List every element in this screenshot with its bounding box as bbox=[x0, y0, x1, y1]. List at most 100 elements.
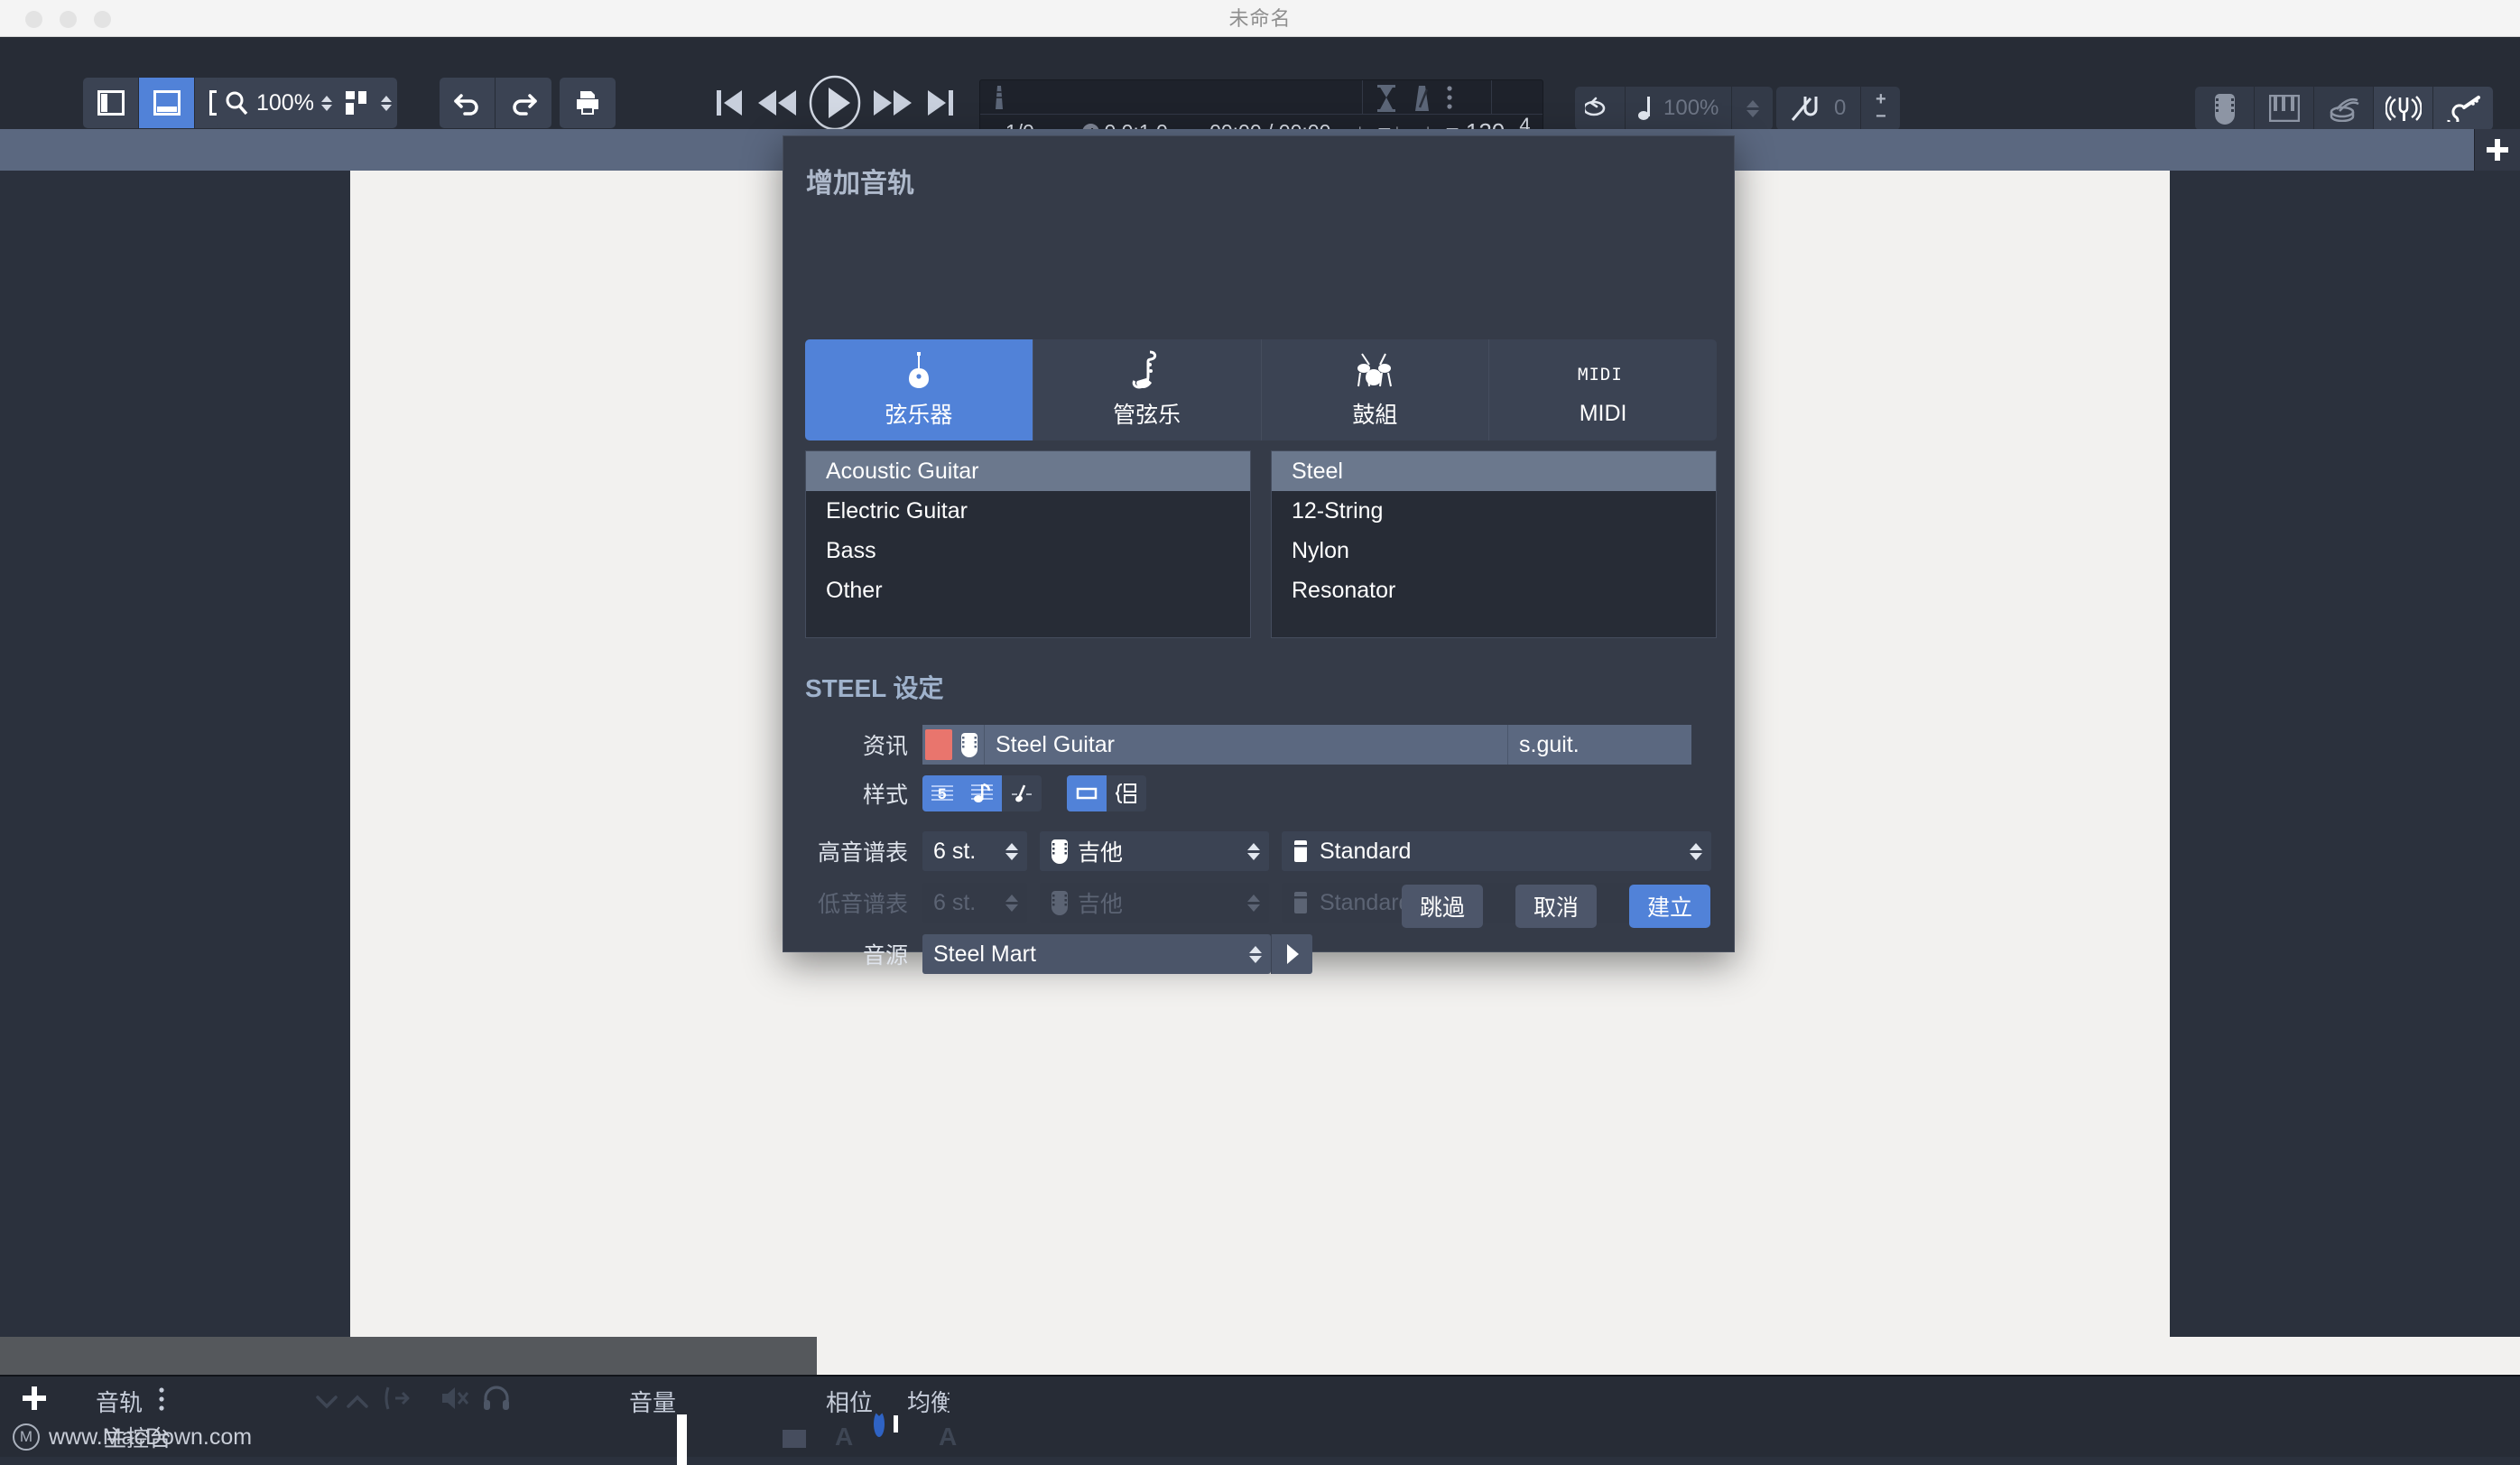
tuning-value-control[interactable]: 0 bbox=[1776, 87, 1861, 130]
solo-icon[interactable] bbox=[383, 1386, 410, 1417]
pan-knob[interactable] bbox=[874, 1411, 898, 1437]
chevron-updown-icon bbox=[1746, 99, 1759, 117]
style-row: 样式 5 bbox=[805, 775, 1146, 811]
rewind-icon[interactable] bbox=[756, 85, 798, 121]
dialog-buttons: 跳過 取消 建立 bbox=[1402, 885, 1710, 928]
info-panel-top bbox=[980, 80, 1543, 115]
treble-strings-select[interactable]: 6 st. bbox=[922, 831, 1027, 871]
notation-icon[interactable] bbox=[962, 775, 1002, 811]
sound-source-value: Steel Mart bbox=[933, 941, 1036, 967]
drum-icon[interactable] bbox=[2314, 87, 2374, 130]
track-color-swatch[interactable] bbox=[922, 725, 955, 765]
page-layout-control[interactable] bbox=[337, 78, 397, 128]
guitar-headstock-icon bbox=[961, 733, 977, 757]
list-item[interactable]: Electric Guitar bbox=[806, 491, 1250, 531]
skip-start-icon[interactable] bbox=[713, 85, 747, 121]
tab-strings[interactable]: 弦乐器 bbox=[805, 339, 1033, 440]
track-name-input[interactable]: Steel Guitar bbox=[984, 725, 1507, 765]
audio-jack-icon[interactable] bbox=[2433, 87, 2493, 130]
undo-redo-group bbox=[440, 78, 551, 128]
tab-5-icon[interactable]: 5 bbox=[922, 775, 962, 811]
drumkit-icon bbox=[1355, 350, 1394, 390]
volume-automation-marker[interactable]: A bbox=[835, 1423, 853, 1451]
add-track-button[interactable] bbox=[20, 1384, 49, 1419]
list-item[interactable]: Other bbox=[806, 570, 1250, 610]
tuning-stepper[interactable]: + − bbox=[1860, 87, 1901, 130]
midi-icon: MIDI bbox=[1578, 354, 1628, 394]
tuning-group: 0 + − bbox=[1776, 87, 1901, 130]
transport-controls bbox=[713, 75, 957, 131]
skip-end-icon[interactable] bbox=[922, 85, 957, 121]
cancel-button[interactable]: 取消 bbox=[1515, 885, 1597, 928]
treble-strings-value: 6 st. bbox=[933, 838, 977, 864]
list-item[interactable]: Nylon bbox=[1272, 531, 1716, 570]
watermark-logo-icon: M bbox=[13, 1423, 40, 1451]
list-item[interactable]: Bass bbox=[806, 531, 1250, 570]
redo-icon[interactable] bbox=[496, 78, 551, 128]
tab-midi[interactable]: MIDI MIDI bbox=[1489, 339, 1717, 440]
more-options-icon[interactable] bbox=[158, 1387, 165, 1417]
more-options-icon[interactable] bbox=[1446, 86, 1453, 116]
undo-icon[interactable] bbox=[440, 78, 496, 128]
volume-slider-thumb[interactable] bbox=[677, 1414, 687, 1465]
play-button[interactable] bbox=[807, 75, 863, 131]
headphones-icon[interactable] bbox=[482, 1386, 511, 1417]
chevron-up-icon[interactable] bbox=[345, 1389, 370, 1417]
treble-instrument-select[interactable]: 吉他 bbox=[1040, 831, 1269, 871]
layout-bottom-icon[interactable] bbox=[139, 78, 195, 128]
zoom-control[interactable]: 100% bbox=[217, 78, 338, 128]
tracks-label: 音轨 bbox=[96, 1389, 144, 1416]
chevron-updown-icon bbox=[1005, 842, 1018, 860]
piano-keys-icon[interactable] bbox=[2255, 87, 2314, 130]
list-item[interactable]: Acoustic Guitar bbox=[806, 451, 1250, 491]
playback-rate-value[interactable]: 100% bbox=[1626, 87, 1732, 130]
add-track-dialog: 增加音轨 弦乐器 管弦乐 鼓組 MIDI MIDI Acoustic Guita… bbox=[783, 135, 1735, 974]
instrument-icon-button[interactable] bbox=[955, 725, 984, 765]
main-toolbar: 100% 4 100% 0 + − bbox=[0, 37, 2520, 150]
chevron-down-icon[interactable] bbox=[314, 1389, 339, 1417]
pan-automation-marker[interactable]: A bbox=[939, 1423, 957, 1451]
sound-preview-button[interactable] bbox=[1271, 934, 1312, 974]
skip-button[interactable]: 跳過 bbox=[1402, 885, 1483, 928]
window-titlebar: 未命名 bbox=[0, 0, 2520, 37]
metronome-icon[interactable] bbox=[1412, 84, 1433, 117]
saxophone-icon bbox=[1132, 350, 1163, 390]
instrument-list[interactable]: Acoustic Guitar Electric Guitar Bass Oth… bbox=[805, 450, 1251, 638]
list-item[interactable]: Resonator bbox=[1272, 570, 1716, 610]
single-note-icon[interactable] bbox=[1002, 775, 1042, 811]
mute-icon[interactable] bbox=[439, 1386, 469, 1417]
loop-icon[interactable] bbox=[1575, 87, 1626, 130]
metronome-small-icon[interactable] bbox=[989, 84, 1009, 117]
create-button[interactable]: 建立 bbox=[1629, 885, 1710, 928]
info-row: 资讯 Steel Guitar s.guit. bbox=[805, 725, 1691, 765]
balance-label: 均衡器 bbox=[907, 1389, 978, 1416]
print-icon[interactable] bbox=[560, 78, 616, 128]
tab-drums[interactable]: 鼓組 bbox=[1261, 339, 1490, 440]
search-icon bbox=[226, 91, 248, 116]
playback-rate-stepper[interactable] bbox=[1731, 87, 1774, 130]
brace-staff-icon[interactable] bbox=[1107, 775, 1146, 811]
list-item[interactable]: Steel bbox=[1272, 451, 1716, 491]
track-shortname-input[interactable]: s.guit. bbox=[1507, 725, 1691, 765]
zoom-stepper[interactable] bbox=[320, 95, 332, 111]
chevron-updown-icon bbox=[1005, 894, 1018, 912]
svg-text:MIDI: MIDI bbox=[1578, 365, 1623, 384]
tuner-icon[interactable] bbox=[2374, 87, 2433, 130]
instrument-selection-lists: Acoustic Guitar Electric Guitar Bass Oth… bbox=[805, 450, 1717, 638]
list-item[interactable]: 12-String bbox=[1272, 491, 1716, 531]
add-tab-button[interactable] bbox=[2475, 129, 2520, 171]
page-layout-icon bbox=[345, 91, 366, 115]
treble-tuning-select[interactable]: Standard bbox=[1282, 831, 1711, 871]
plus-icon bbox=[23, 1386, 46, 1410]
single-staff-icon[interactable] bbox=[1067, 775, 1107, 811]
tab-orchestral[interactable]: 管弦乐 bbox=[1033, 339, 1262, 440]
window-title: 未命名 bbox=[1228, 7, 1292, 30]
fast-forward-icon[interactable] bbox=[872, 85, 913, 121]
layout-left-icon[interactable] bbox=[83, 78, 139, 128]
variant-list[interactable]: Steel 12-String Nylon Resonator bbox=[1271, 450, 1717, 638]
info-label: 资讯 bbox=[862, 734, 908, 759]
guitar-headstock-icon[interactable] bbox=[2195, 87, 2255, 130]
page-layout-stepper[interactable] bbox=[380, 95, 392, 111]
hourglass-icon[interactable] bbox=[1376, 84, 1397, 117]
sound-source-select[interactable]: Steel Mart bbox=[922, 934, 1271, 974]
